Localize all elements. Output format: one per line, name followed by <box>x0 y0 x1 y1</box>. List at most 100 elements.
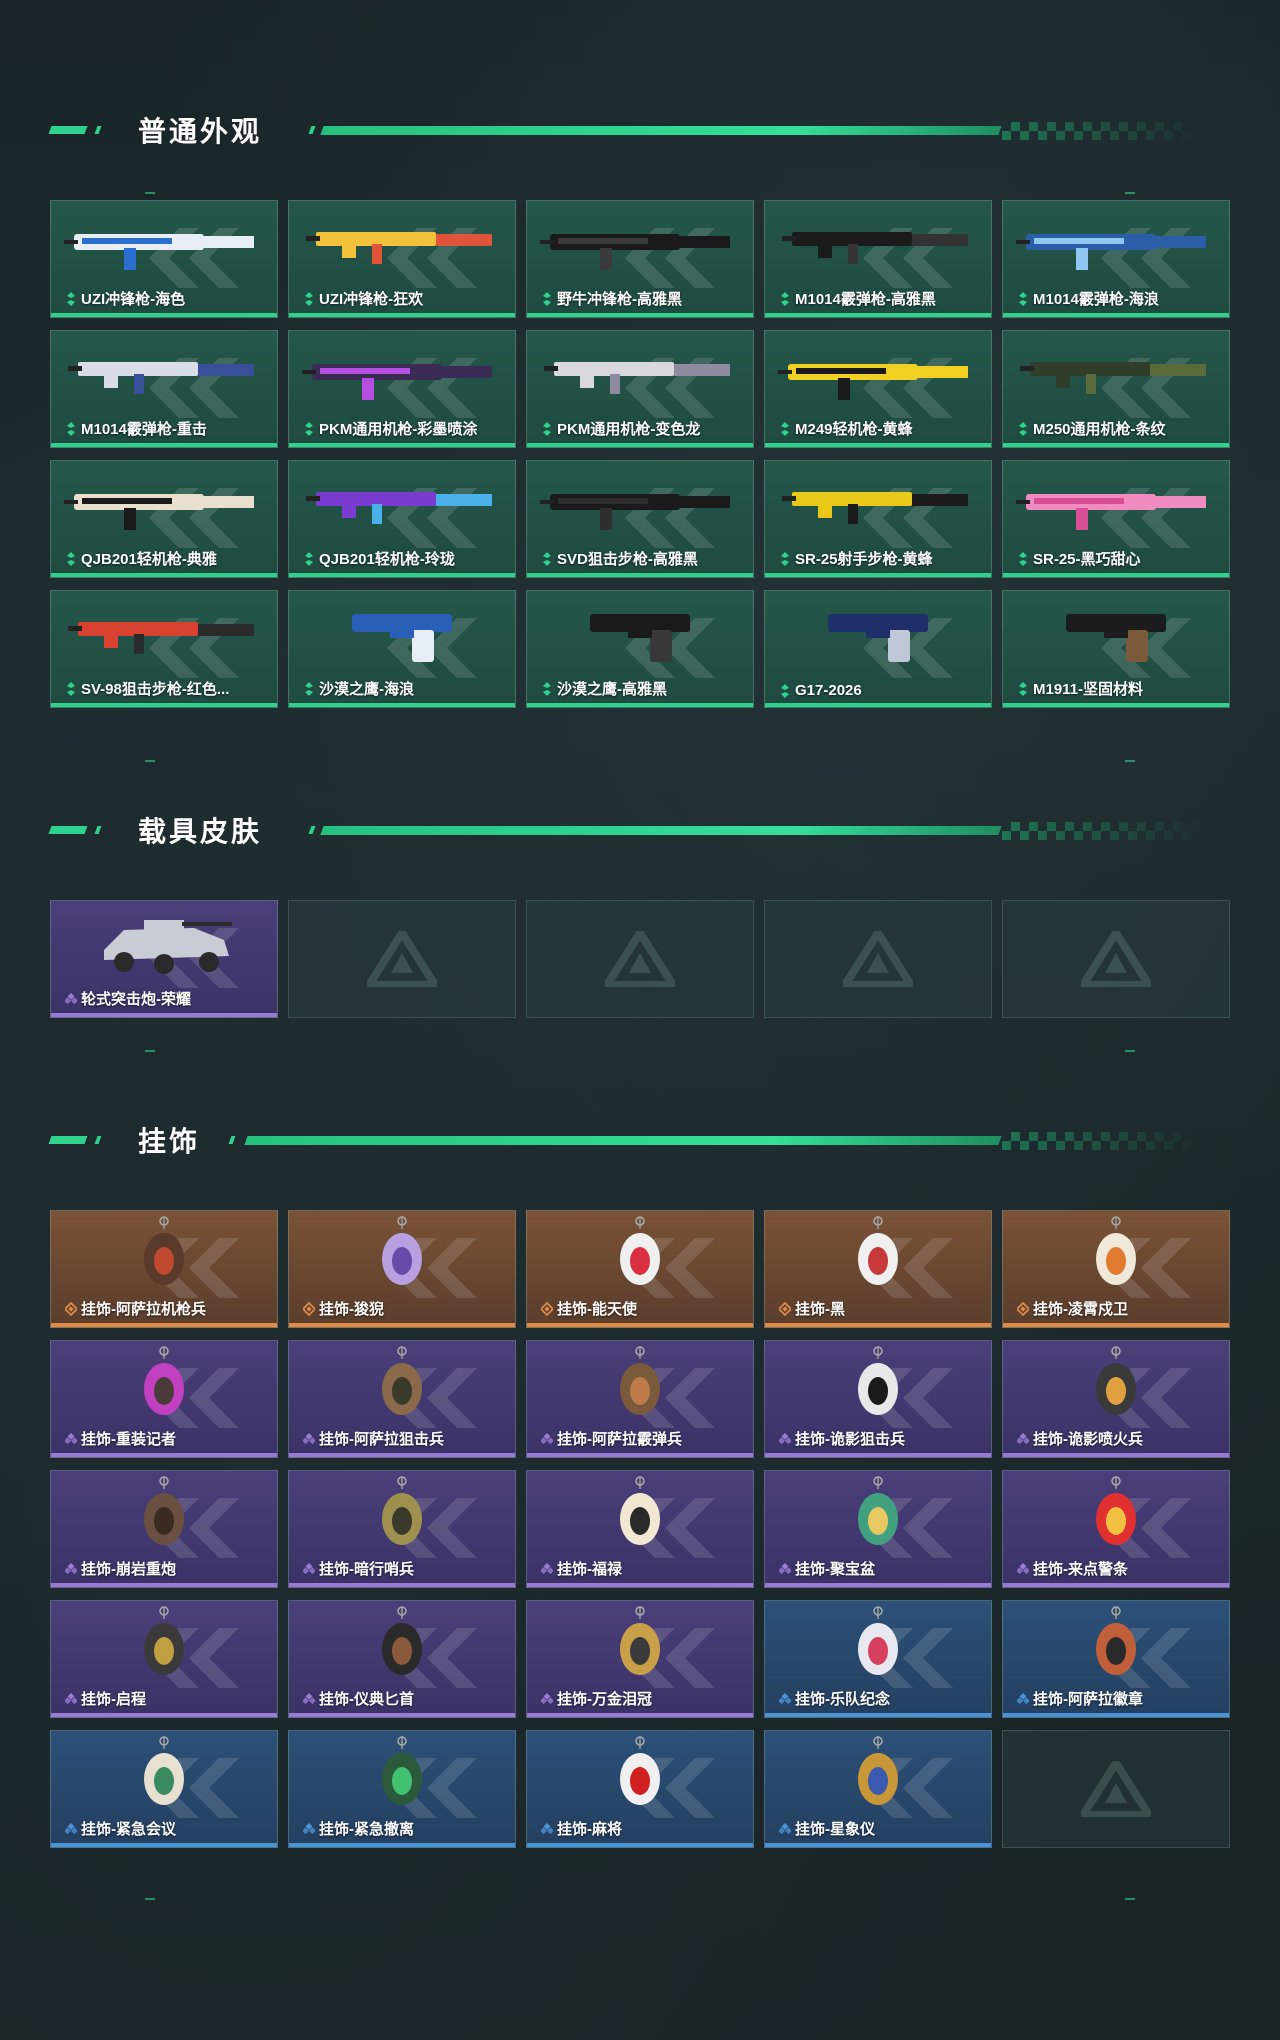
rarity-icon <box>65 551 77 566</box>
item-card[interactable]: 挂饰-阿萨拉机枪兵 <box>50 1210 278 1328</box>
item-card[interactable]: 挂饰-启程 <box>50 1600 278 1718</box>
item-card[interactable]: UZI冲锋枪-海色 <box>50 200 278 318</box>
item-card[interactable]: 挂饰-福禄 <box>526 1470 754 1588</box>
header-accent <box>48 826 88 834</box>
item-image <box>51 1475 277 1555</box>
item-card[interactable]: SV-98狙击步枪-红色... <box>50 590 278 708</box>
header-bar <box>320 826 1002 835</box>
item-card[interactable]: 挂饰-重装记者 <box>50 1340 278 1458</box>
item-card[interactable]: M249轻机枪-黄蜂 <box>764 330 992 448</box>
item-name: 挂饰-暗行哨兵 <box>319 1561 414 1578</box>
item-name: 挂饰-紧急撤离 <box>319 1821 414 1838</box>
item-card[interactable]: PKM通用机枪-变色龙 <box>526 330 754 448</box>
item-card[interactable]: 沙漠之鹰-海浪 <box>288 590 516 708</box>
item-name: 挂饰-阿萨拉狙击兵 <box>319 1431 444 1448</box>
item-label: M250通用机枪-条纹 <box>1017 418 1219 439</box>
item-image <box>527 1475 753 1555</box>
item-card[interactable]: SVD狙击步枪-高雅黑 <box>526 460 754 578</box>
rarity-icon <box>1017 291 1029 306</box>
item-card[interactable]: M1014霰弹枪-高雅黑 <box>764 200 992 318</box>
item-card[interactable]: M250通用机枪-条纹 <box>1002 330 1230 448</box>
item-image <box>527 1345 753 1425</box>
item-label: 挂饰-崩岩重炮 <box>65 1558 267 1579</box>
item-card[interactable]: 挂饰-阿萨拉狙击兵 <box>288 1340 516 1458</box>
item-card[interactable]: 挂饰-星象仪 <box>764 1730 992 1848</box>
rarity-icon <box>303 681 315 696</box>
item-card[interactable]: M1911-坚固材料 <box>1002 590 1230 708</box>
item-label: 挂饰-诡影喷火兵 <box>1017 1428 1219 1449</box>
item-name: 挂饰-福禄 <box>557 1561 622 1578</box>
item-image <box>289 1345 515 1425</box>
item-name: UZI冲锋枪-狂欢 <box>319 291 424 308</box>
item-card[interactable]: M1014霰弹枪-海浪 <box>1002 200 1230 318</box>
rarity-icon <box>65 1432 77 1446</box>
item-card[interactable]: 挂饰-聚宝盆 <box>764 1470 992 1588</box>
rarity-icon <box>303 1301 315 1316</box>
item-image <box>527 1735 753 1815</box>
header-accent <box>308 126 316 134</box>
header-accent <box>48 126 88 134</box>
rarity-icon <box>1017 421 1029 436</box>
rarity-icon <box>303 1692 315 1706</box>
item-image <box>289 1735 515 1815</box>
item-label: QJB201轻机枪-玲珑 <box>303 548 505 569</box>
item-card[interactable]: QJB201轻机枪-玲珑 <box>288 460 516 578</box>
item-card[interactable]: 挂饰-紧急会议 <box>50 1730 278 1848</box>
item-card[interactable]: 挂饰-崩岩重炮 <box>50 1470 278 1588</box>
item-card[interactable]: 挂饰-仪典匕首 <box>288 1600 516 1718</box>
item-image <box>765 1345 991 1425</box>
item-label: UZI冲锋枪-海色 <box>65 288 267 309</box>
item-label: 挂饰-聚宝盆 <box>779 1558 981 1579</box>
item-image <box>1003 1475 1229 1555</box>
item-card[interactable]: 挂饰-来点警条 <box>1002 1470 1230 1588</box>
item-card[interactable]: 挂饰-阿萨拉霰弹兵 <box>526 1340 754 1458</box>
item-label: 挂饰-黑 <box>779 1298 981 1319</box>
item-image <box>289 465 515 545</box>
item-card[interactable]: 挂饰-乐队纪念 <box>764 1600 992 1718</box>
item-card[interactable]: 挂饰-能天使 <box>526 1210 754 1328</box>
item-image <box>289 205 515 285</box>
item-card[interactable]: PKM通用机枪-彩墨喷涂 <box>288 330 516 448</box>
item-name: 挂饰-聚宝盆 <box>795 1561 875 1578</box>
item-card[interactable]: 挂饰-万金泪冠 <box>526 1600 754 1718</box>
item-card[interactable]: M1014霰弹枪-重击 <box>50 330 278 448</box>
rarity-icon <box>303 1822 315 1836</box>
item-card[interactable]: SR-25射手步枪-黄蜂 <box>764 460 992 578</box>
item-card[interactable]: 沙漠之鹰-高雅黑 <box>526 590 754 708</box>
item-label: SR-25-黑巧甜心 <box>1017 548 1219 569</box>
item-card[interactable]: 野牛冲锋枪-高雅黑 <box>526 200 754 318</box>
item-card[interactable]: 轮式突击炮-荣耀 <box>50 900 278 1018</box>
item-label: SV-98狙击步枪-红色... <box>65 678 267 699</box>
item-card[interactable]: 挂饰-紧急撤离 <box>288 1730 516 1848</box>
item-name: 挂饰-紧急会议 <box>81 1821 176 1838</box>
item-card[interactable]: SR-25-黑巧甜心 <box>1002 460 1230 578</box>
item-card[interactable]: UZI冲锋枪-狂欢 <box>288 200 516 318</box>
item-label: 挂饰-启程 <box>65 1688 267 1709</box>
section-title: 挂饰 <box>138 1126 201 1157</box>
item-name: 挂饰-阿萨拉机枪兵 <box>81 1301 206 1318</box>
item-name: M1014霰弹枪-海浪 <box>1033 291 1159 308</box>
rarity-icon <box>541 1822 553 1836</box>
item-name: 挂饰-凌霄戍卫 <box>1033 1301 1128 1318</box>
item-label: 挂饰-凌霄戍卫 <box>1017 1298 1219 1319</box>
item-label: 轮式突击炮-荣耀 <box>65 988 267 1009</box>
item-name: 挂饰-崩岩重炮 <box>81 1561 176 1578</box>
item-label: G17-2026 <box>779 682 981 699</box>
item-card[interactable]: QJB201轻机枪-典雅 <box>50 460 278 578</box>
item-name: UZI冲锋枪-海色 <box>81 291 186 308</box>
section-header: 载具皮肤 <box>0 798 1280 858</box>
item-card[interactable]: 挂饰-阿萨拉徽章 <box>1002 1600 1230 1718</box>
item-card[interactable]: 挂饰-诡影喷火兵 <box>1002 1340 1230 1458</box>
item-card[interactable]: 挂饰-凌霄戍卫 <box>1002 1210 1230 1328</box>
item-card[interactable]: G17-2026 <box>764 590 992 708</box>
item-card[interactable]: 挂饰-诡影狙击兵 <box>764 1340 992 1458</box>
section-header: 普通外观 <box>0 98 1280 158</box>
item-card[interactable]: 挂饰-麻将 <box>526 1730 754 1848</box>
item-label: 沙漠之鹰-海浪 <box>303 678 505 699</box>
item-card[interactable]: 挂饰-狻猊 <box>288 1210 516 1328</box>
item-card[interactable]: 挂饰-黑 <box>764 1210 992 1328</box>
section-skins: 普通外观 UZI冲锋枪-海色 UZI冲锋枪-狂欢 野牛冲锋枪-高雅黑 M1014霰弹枪… <box>0 98 1280 762</box>
item-card[interactable]: 挂饰-暗行哨兵 <box>288 1470 516 1588</box>
item-image <box>765 335 991 415</box>
item-name: 沙漠之鹰-海浪 <box>319 681 414 698</box>
